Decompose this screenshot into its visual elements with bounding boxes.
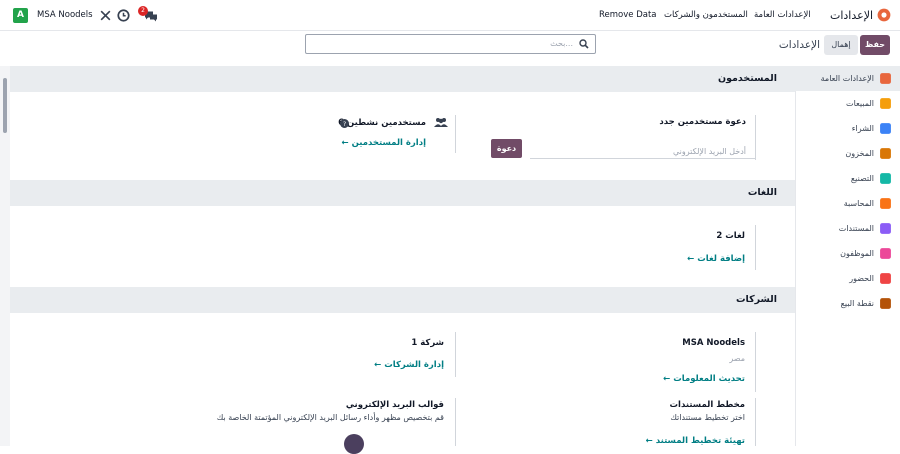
sidebar-item-label: الموظفون — [840, 249, 874, 258]
companies-section-title: الشركات — [735, 294, 777, 305]
languages-section-header: اللغات — [10, 180, 795, 206]
messages-badge: 2 — [138, 6, 148, 16]
user-avatar[interactable]: A — [13, 8, 28, 23]
update-info-label: تحديث المعلومات — [673, 374, 745, 384]
configure-layout-link[interactable]: ← تهيئة تخطيط المستند — [646, 436, 745, 446]
companies-section-header: الشركات — [10, 287, 795, 313]
company-name: MSA Noodels — [682, 338, 745, 348]
manage-users-label: إدارة المستخدمين — [351, 138, 426, 148]
divider — [755, 225, 756, 270]
sidebar-item-general-settings[interactable]: الإعدادات العامة — [795, 66, 900, 91]
sidebar-item-purchase[interactable]: الشراء — [795, 116, 900, 141]
email-templates-desc: قم بتخصيص مظهر وأداء رسائل البريد الإلكت… — [216, 413, 444, 422]
divider — [455, 398, 456, 446]
discard-button[interactable]: إهمال — [824, 35, 858, 55]
sidebar-item-documents[interactable]: المستندات — [795, 216, 900, 241]
sidebar-item-point-of-sale[interactable]: نقطة البيع — [795, 291, 900, 316]
languages-count: 2 لغات — [716, 231, 745, 241]
company-country: مصر — [729, 354, 745, 363]
users-section-title: المستخدمون — [717, 73, 777, 84]
sidebar-item-label: الشراء — [851, 124, 874, 133]
invite-users-title: دعوة مستخدمين جدد — [659, 117, 746, 127]
add-languages-link[interactable]: ← إضافة لغات — [687, 254, 745, 264]
sidebar-item-manufacturing[interactable]: التصنيع — [795, 166, 900, 191]
app-title[interactable]: الإعدادات — [830, 0, 873, 31]
save-button[interactable]: حفظ — [860, 35, 890, 55]
user-avatar-circle — [344, 434, 364, 454]
tools-icon[interactable] — [99, 9, 112, 22]
manage-users-link[interactable]: ← إدارة المستخدمين — [342, 138, 427, 148]
scrollbar-thumb[interactable] — [3, 78, 7, 133]
divider — [455, 332, 456, 377]
sidebar-item-label: الإعدادات العامة — [820, 74, 874, 83]
inventory-icon — [880, 148, 891, 159]
sidebar-item-label: الحضور — [849, 274, 874, 283]
sidebar-item-label: نقطة البيع — [840, 299, 874, 308]
accounting-icon — [880, 198, 891, 209]
companies-count: 1 شركة — [411, 338, 444, 348]
search-icon — [579, 39, 589, 49]
general-settings-icon — [880, 73, 891, 84]
divider — [755, 115, 756, 160]
sales-icon — [880, 98, 891, 109]
invite-email-underline — [530, 158, 755, 159]
menu-remove-data[interactable]: Remove Data — [599, 0, 657, 31]
divider — [455, 115, 456, 153]
help-icon[interactable]: ? — [340, 119, 349, 128]
sidebar-item-label: المحاسبة — [843, 199, 874, 208]
languages-section-title: اللغات — [747, 187, 777, 198]
users-icon — [434, 118, 448, 127]
sidebar-item-label: التصنيع — [850, 174, 874, 183]
employees-icon — [880, 248, 891, 259]
email-templates-title: قوالب البريد الإلكتروني — [345, 400, 444, 410]
clock-icon[interactable] — [117, 9, 130, 22]
search-placeholder: بحث... — [550, 39, 573, 48]
settings-app-icon[interactable] — [877, 8, 891, 22]
document-layout-desc: اختر تخطيط مستنداتك — [670, 413, 745, 422]
sidebar-item-inventory[interactable]: المخزون — [795, 141, 900, 166]
active-users-count: 6 مستخدمين نشطين — [338, 118, 426, 128]
top-navbar: A MSA Noodels 2 Remove Data المستخدمون و… — [0, 0, 900, 31]
menu-general-settings[interactable]: الإعدادات العامة — [754, 0, 811, 31]
update-info-link[interactable]: ← تحديث المعلومات — [663, 374, 745, 384]
company-switcher[interactable]: MSA Noodels — [37, 0, 93, 31]
configure-layout-label: تهيئة تخطيط المستند — [655, 436, 745, 446]
sidebar-item-label: المستندات — [838, 224, 874, 233]
breadcrumb: الإعدادات — [778, 39, 820, 51]
sidebar-item-label: المخزون — [845, 149, 874, 158]
manage-companies-link[interactable]: ← إدارة الشركات — [374, 360, 444, 370]
manufacturing-icon — [880, 173, 891, 184]
divider — [755, 398, 756, 446]
users-section-header: المستخدمون — [10, 66, 795, 92]
search-input[interactable]: بحث... — [305, 34, 596, 54]
sidebar-item-employees[interactable]: الموظفون — [795, 241, 900, 266]
divider — [755, 332, 756, 392]
attendances-icon — [880, 273, 891, 284]
add-languages-label: إضافة لغات — [697, 254, 745, 264]
point-of-sale-icon — [880, 298, 891, 309]
sidebar-item-accounting[interactable]: المحاسبة — [795, 191, 900, 216]
menu-users-companies[interactable]: المستخدمون والشركات — [664, 0, 748, 31]
manage-companies-label: إدارة الشركات — [384, 360, 444, 370]
svg-text:?: ? — [343, 121, 346, 128]
sidebar-item-label: المبيعات — [846, 99, 874, 108]
sidebar-item-sales[interactable]: المبيعات — [795, 91, 900, 116]
documents-icon — [880, 223, 891, 234]
purchase-icon — [880, 123, 891, 134]
invite-email-field[interactable]: أدخل البريد الإلكتروني — [673, 147, 746, 156]
document-layout-title: مخطط المستندات — [669, 400, 746, 410]
sidebar-item-attendances[interactable]: الحضور — [795, 266, 900, 291]
invite-button[interactable]: دعوة — [491, 139, 522, 158]
